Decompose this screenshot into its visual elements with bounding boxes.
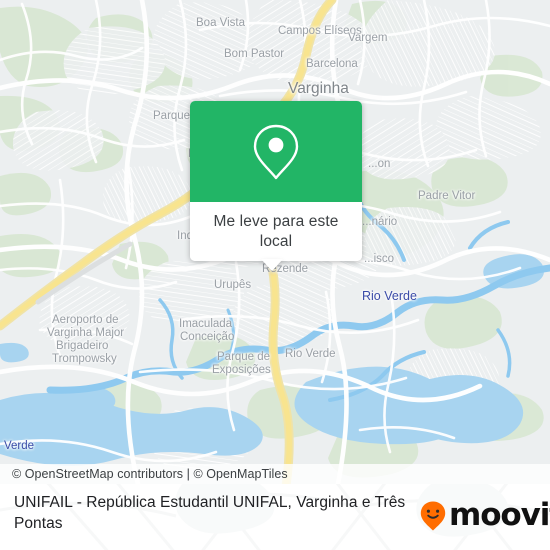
card-icon-area: [190, 101, 362, 202]
moovit-brand[interactable]: moovit: [420, 500, 550, 531]
moovit-map-page: Boa Vista Campos Elíseos Vargem Bom Pastor B…: [0, 0, 550, 550]
map-attribution-bar: © OpenStreetMap contributors | © OpenMap…: [0, 464, 550, 484]
card-label: Me leve para este local: [213, 212, 339, 250]
page-title: UNIFAIL - República Estudantil UNIFAL, V…: [14, 494, 406, 532]
card-pointer-tail: [261, 259, 283, 271]
moovit-smile-pin-icon: [420, 501, 446, 530]
take-me-there-card[interactable]: Me leve para este local: [190, 101, 362, 261]
moovit-wordmark: moovit: [449, 497, 550, 533]
map-pin-icon: [253, 124, 299, 179]
map-attribution-text[interactable]: © OpenStreetMap contributors | © OpenMap…: [0, 467, 288, 481]
card-label-area: Me leve para este local: [190, 202, 362, 261]
map-canvas[interactable]: Boa Vista Campos Elíseos Vargem Bom Pastor B…: [0, 0, 550, 484]
